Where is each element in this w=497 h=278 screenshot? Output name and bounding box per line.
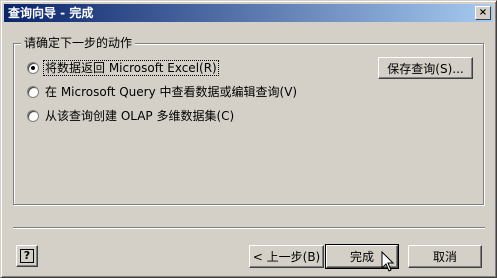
help-icon: ? (20, 249, 34, 263)
query-wizard-dialog: 查询向导 - 完成 × 请确定下一步的动作 将数据返回 Microsoft Ex… (0, 0, 497, 278)
help-button[interactable]: ? (16, 245, 38, 267)
option-return-to-excel[interactable]: 将数据返回 Microsoft Excel(R) (27, 60, 219, 76)
option-create-olap-cube[interactable]: 从该查询创建 OLAP 多维数据集(C) (27, 108, 235, 124)
group-label: 请确定下一步的动作 (21, 35, 136, 51)
radio-button-icon[interactable] (27, 110, 39, 122)
window-title: 查询向导 - 完成 (8, 6, 94, 20)
close-icon[interactable]: × (475, 6, 491, 20)
back-button[interactable]: < 上一步(B) (249, 245, 324, 268)
title-bar[interactable]: 查询向导 - 完成 × (4, 4, 493, 22)
radio-button-checked-icon[interactable] (27, 62, 39, 74)
divider (13, 227, 485, 229)
option-label: 将数据返回 Microsoft Excel(R) (43, 60, 219, 76)
option-label: 在 Microsoft Query 中查看数据或编辑查询(V) (45, 85, 298, 99)
option-label: 从该查询创建 OLAP 多维数据集(C) (45, 109, 235, 123)
cancel-button[interactable]: 取消 (408, 245, 482, 268)
option-view-in-query[interactable]: 在 Microsoft Query 中查看数据或编辑查询(V) (27, 84, 298, 100)
mouse-pointer-icon (381, 251, 395, 272)
save-query-button[interactable]: 保存查询(S)... (378, 57, 473, 79)
radio-button-icon[interactable] (27, 86, 39, 98)
